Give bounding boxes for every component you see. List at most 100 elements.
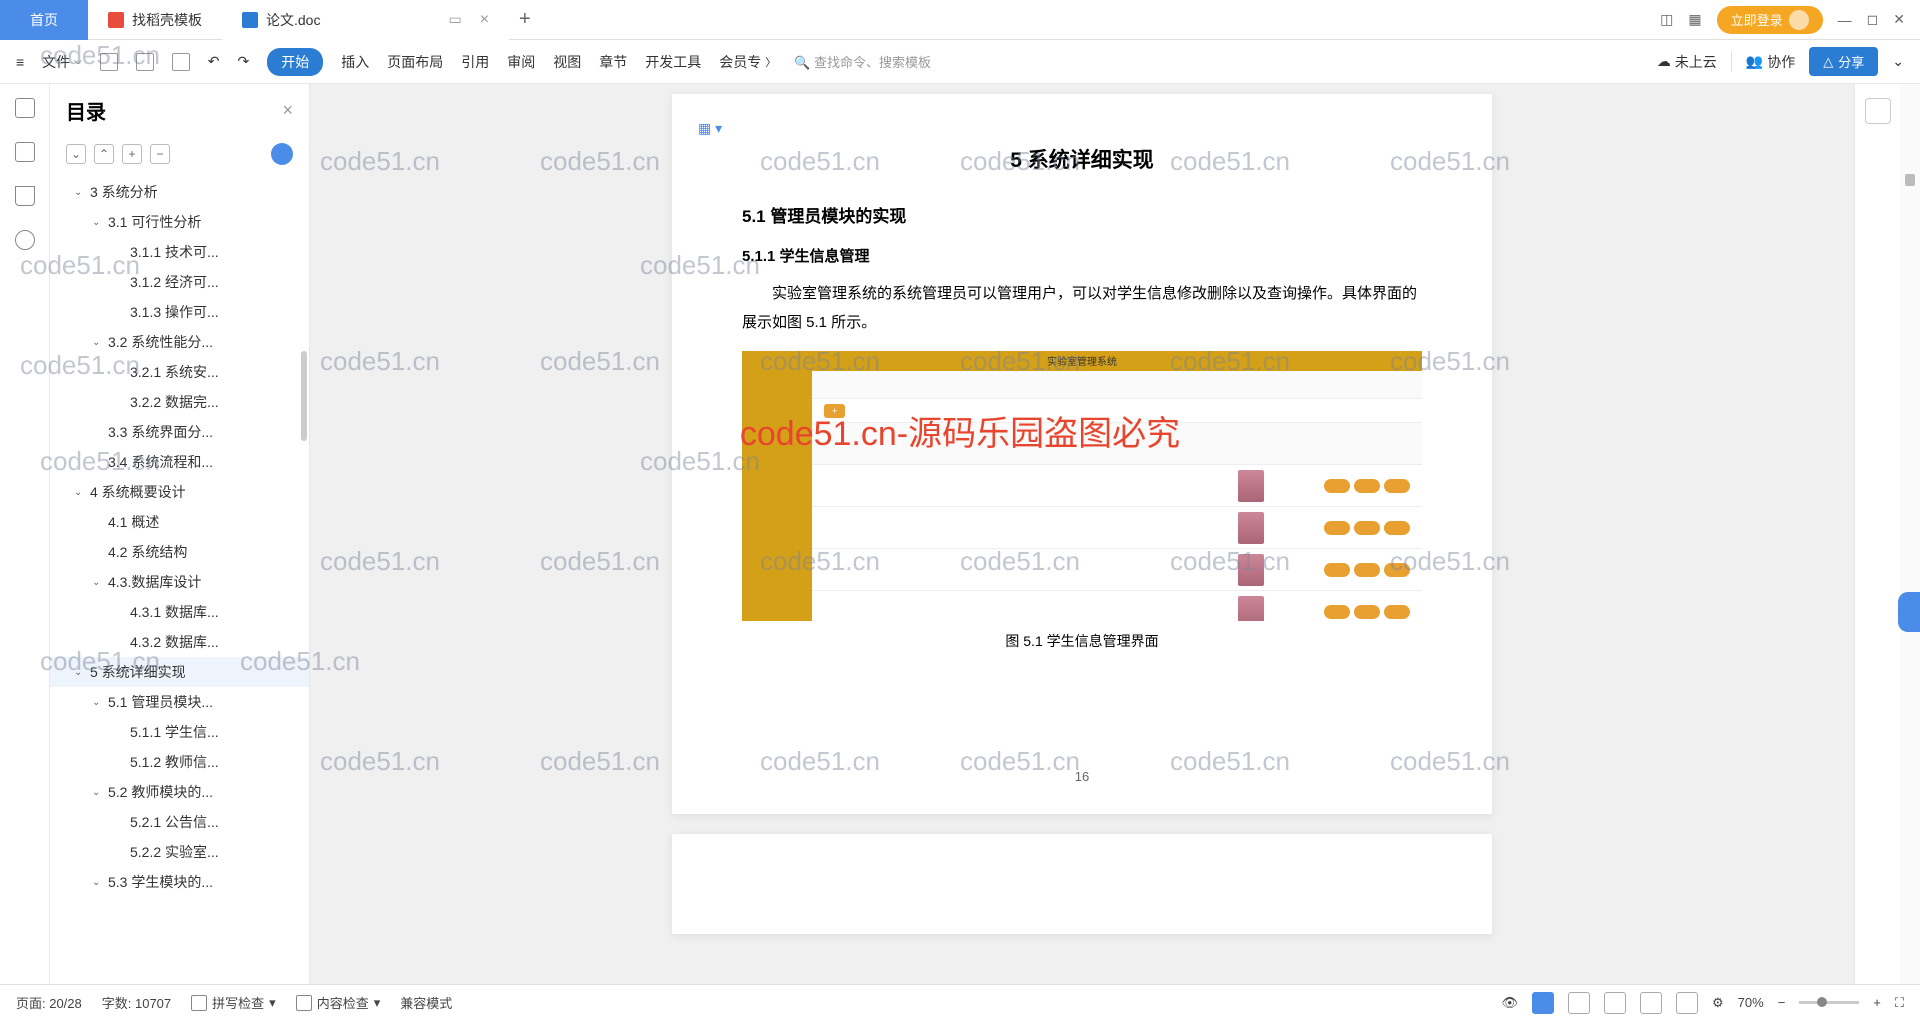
outline-item[interactable]: 4.3.2 数据库...	[50, 627, 309, 657]
spellcheck-toggle[interactable]: 拼写检查 ▾	[191, 993, 276, 1012]
more-button[interactable]: ⌄	[1892, 53, 1904, 70]
collapse-all-button[interactable]: ⌄	[66, 144, 86, 164]
outline-item[interactable]: ⌄3.1 可行性分析	[50, 207, 309, 237]
save-icon[interactable]	[100, 53, 118, 71]
outline-item[interactable]: ⌄5.2 教师模块的...	[50, 777, 309, 807]
scrollbar-thumb[interactable]	[301, 351, 307, 441]
display-mode-icon[interactable]: ▭	[448, 11, 461, 28]
menu-button[interactable]: ≡	[16, 54, 24, 70]
outline-item[interactable]: 5.1.1 学生信...	[50, 717, 309, 747]
outline-item[interactable]: ⌄4 系统概要设计	[50, 477, 309, 507]
tab-insert[interactable]: 插入	[341, 52, 369, 72]
share-button[interactable]: △ 分享	[1809, 47, 1878, 76]
file-menu[interactable]: 文件 ⌵	[42, 52, 82, 72]
add-tab-button[interactable]: +	[519, 8, 531, 31]
tab-document[interactable]: 论文.doc ▭ ×	[222, 0, 509, 40]
figure-caption: 图 5.1 学生信息管理界面	[742, 631, 1422, 651]
tab-start[interactable]: 开始	[267, 48, 323, 76]
page-marker-icon[interactable]: ▦ ▾	[698, 120, 722, 137]
outline-item[interactable]: 3.3 系统界面分...	[50, 417, 309, 447]
undo-button[interactable]: ↶	[208, 53, 220, 70]
outline-item[interactable]: ⌄5 系统详细实现	[50, 657, 309, 687]
tab-view[interactable]: 视图	[553, 52, 581, 72]
view-page-button[interactable]	[1532, 992, 1554, 1014]
tab-layout[interactable]: 页面布局	[387, 52, 443, 72]
outline-item[interactable]: ⌄3.2 系统性能分...	[50, 327, 309, 357]
page-indicator[interactable]: 页面: 20/28	[16, 993, 82, 1012]
tab-reference[interactable]: 引用	[461, 52, 489, 72]
main-area: 目录 × ⌄ ⌃ + − ⌄3 系统分析⌄3.1 可行性分析3.1.1 技术可.…	[0, 84, 1920, 984]
figure-image: 实验室管理系统 +	[742, 351, 1422, 621]
outline-item[interactable]: 3.2.1 系统安...	[50, 357, 309, 387]
outline-item[interactable]: 3.1.1 技术可...	[50, 237, 309, 267]
add-heading-button[interactable]: +	[122, 144, 142, 164]
close-outline-button[interactable]: ×	[282, 100, 293, 121]
side-tab-handle[interactable]	[1898, 592, 1920, 632]
outline-icon[interactable]	[15, 98, 35, 118]
search-input[interactable]: 🔍 查找命令、搜索模板	[794, 52, 931, 71]
outline-list[interactable]: ⌄3 系统分析⌄3.1 可行性分析3.1.1 技术可...3.1.2 经济可..…	[50, 171, 309, 984]
view-read-button[interactable]	[1640, 992, 1662, 1014]
minimize-button[interactable]: —	[1838, 12, 1852, 28]
outline-item[interactable]: 5.2.1 公告信...	[50, 807, 309, 837]
close-icon[interactable]: ×	[480, 11, 489, 29]
tab-chapter[interactable]: 章节	[599, 52, 627, 72]
outline-item[interactable]: ⌄5.3 学生模块的...	[50, 867, 309, 897]
separator	[1731, 52, 1732, 72]
outline-item[interactable]: 3.2.2 数据完...	[50, 387, 309, 417]
outline-item[interactable]: 4.3.1 数据库...	[50, 597, 309, 627]
outline-item[interactable]: ⌄4.3.数据库设计	[50, 567, 309, 597]
word-count[interactable]: 字数: 10707	[102, 993, 171, 1012]
eye-icon[interactable]: 👁	[1502, 995, 1519, 1011]
outline-item[interactable]: 5.1.2 教师信...	[50, 747, 309, 777]
scrollbar-track[interactable]	[1900, 84, 1920, 984]
outline-item[interactable]: 3.1.2 经济可...	[50, 267, 309, 297]
content-check[interactable]: 内容检查 ▾	[296, 993, 381, 1012]
tab-label: 找稻壳模板	[132, 10, 202, 30]
view-focus-button[interactable]	[1676, 992, 1698, 1014]
document-area[interactable]: ▦ ▾ 5 系统详细实现 5.1 管理员模块的实现 5.1.1 学生信息管理 实…	[310, 84, 1854, 984]
layout-icon[interactable]: ◫	[1660, 11, 1673, 28]
collab-button[interactable]: 👥 协作	[1746, 52, 1795, 72]
tab-template[interactable]: 找稻壳模板	[88, 0, 222, 40]
zoom-level[interactable]: 70%	[1738, 995, 1764, 1010]
zoom-settings-icon[interactable]: ⚙	[1712, 995, 1724, 1011]
print-icon[interactable]	[136, 53, 154, 71]
scrollbar-thumb[interactable]	[1905, 174, 1915, 186]
maximize-button[interactable]: ◻	[1867, 11, 1879, 28]
outline-item[interactable]: 4.1 概述	[50, 507, 309, 537]
outline-item[interactable]: 3.4 系统流程和...	[50, 447, 309, 477]
close-button[interactable]: ✕	[1893, 11, 1905, 28]
view-web-button[interactable]	[1604, 992, 1626, 1014]
search-icon[interactable]	[15, 230, 35, 250]
tab-review[interactable]: 审阅	[507, 52, 535, 72]
document-page-next	[672, 834, 1492, 934]
outline-toolbar: ⌄ ⌃ + −	[50, 137, 309, 171]
compat-mode[interactable]: 兼容模式	[400, 993, 452, 1012]
outline-item[interactable]: 3.1.3 操作可...	[50, 297, 309, 327]
outline-item[interactable]: 4.2 系统结构	[50, 537, 309, 567]
outline-item[interactable]: 5.2.2 实验室...	[50, 837, 309, 867]
login-button[interactable]: 立即登录	[1717, 6, 1823, 34]
redo-button[interactable]: ↷	[238, 53, 250, 70]
remove-heading-button[interactable]: −	[150, 144, 170, 164]
zoom-slider[interactable]	[1799, 1001, 1859, 1004]
pages-icon[interactable]	[15, 142, 35, 162]
cloud-status[interactable]: ☁ 未上云	[1657, 52, 1717, 72]
fullscreen-button[interactable]: ⛶	[1895, 995, 1904, 1011]
view-outline-button[interactable]	[1568, 992, 1590, 1014]
expand-all-button[interactable]: ⌃	[94, 144, 114, 164]
apps-icon[interactable]: ▦	[1688, 11, 1701, 28]
zoom-in-button[interactable]: +	[1873, 995, 1881, 1010]
bookmark-icon[interactable]	[15, 186, 35, 206]
sync-badge[interactable]	[271, 143, 293, 165]
outline-item[interactable]: ⌄3 系统分析	[50, 177, 309, 207]
tab-member[interactable]: 会员专〉	[719, 52, 776, 72]
outline-item[interactable]: ⌄5.1 管理员模块...	[50, 687, 309, 717]
preview-icon[interactable]	[172, 53, 190, 71]
tab-home[interactable]: 首页	[0, 0, 88, 40]
zoom-out-button[interactable]: −	[1778, 995, 1786, 1010]
tab-devtools[interactable]: 开发工具	[645, 52, 701, 72]
properties-icon[interactable]	[1865, 98, 1891, 124]
outline-panel: 目录 × ⌄ ⌃ + − ⌄3 系统分析⌄3.1 可行性分析3.1.1 技术可.…	[50, 84, 310, 984]
